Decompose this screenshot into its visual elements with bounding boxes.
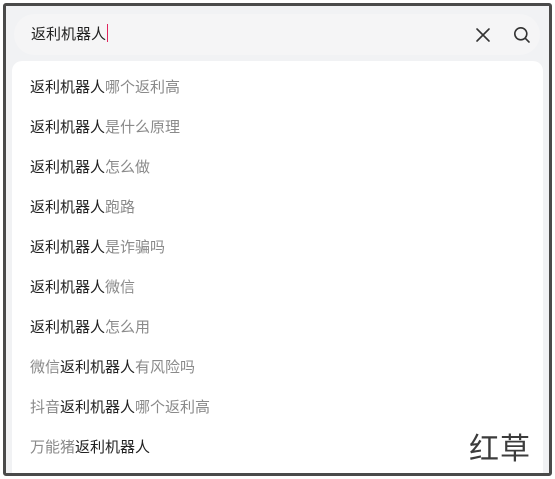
suggestion-item[interactable]: 万能猪返利机器人	[30, 435, 150, 459]
suggestion-keyword: 返利机器人	[30, 318, 106, 336]
search-query-text: 返利机器人	[31, 25, 107, 43]
suggestion-suffix: 有风险吗	[135, 358, 196, 376]
search-icon	[514, 27, 530, 43]
suggestion-suffix: 怎么做	[105, 158, 151, 176]
suggestion-keyword: 返利机器人	[60, 358, 136, 376]
suggestion-keyword: 返利机器人	[30, 78, 106, 96]
suggestion-suffix: 哪个返利高	[105, 78, 181, 96]
watermark: 红草	[469, 432, 531, 467]
suggestion-item[interactable]: 返利机器人怎么做	[30, 155, 150, 179]
suggestion-keyword: 返利机器人	[60, 398, 136, 416]
clear-button[interactable]	[471, 23, 495, 47]
suggestion-keyword: 返利机器人	[30, 198, 106, 216]
suggestion-prefix: 抖音	[30, 398, 61, 416]
suggestion-item[interactable]: 抖音返利机器人哪个返利高	[30, 395, 210, 419]
close-icon	[476, 28, 490, 42]
suggestion-suffix: 哪个返利高	[135, 398, 211, 416]
suggestion-suffix: 是什么原理	[105, 118, 181, 136]
suggestion-suffix: 怎么用	[105, 318, 151, 336]
suggestion-prefix: 微信	[30, 358, 61, 376]
suggestion-keyword: 返利机器人	[30, 118, 106, 136]
suggestion-item[interactable]: 微信返利机器人有风险吗	[30, 355, 195, 379]
search-bar[interactable]: 返利机器人	[14, 14, 540, 55]
suggestion-suffix: 微信	[105, 278, 136, 296]
suggestion-suffix: 跑路	[105, 198, 136, 216]
search-panel: 返利机器人 返利机器人哪个返利高 返利机器人是什么原理 返利机器人怎么做 返利机…	[3, 3, 552, 476]
suggestion-item[interactable]: 返利机器人微信	[30, 275, 135, 299]
search-input[interactable]: 返利机器人	[31, 14, 109, 55]
suggestion-list: 返利机器人哪个返利高 返利机器人是什么原理 返利机器人怎么做 返利机器人跑路 返…	[12, 61, 543, 473]
accent-line	[426, 473, 531, 475]
suggestion-keyword: 返利机器人	[30, 158, 106, 176]
search-button[interactable]	[510, 23, 534, 47]
suggestion-item[interactable]: 返利机器人是什么原理	[30, 115, 180, 139]
suggestion-item[interactable]: 返利机器人哪个返利高	[30, 75, 180, 99]
text-caret	[107, 24, 109, 42]
suggestion-prefix: 万能猪	[30, 438, 76, 456]
suggestion-keyword: 返利机器人	[30, 238, 106, 256]
suggestion-keyword: 返利机器人	[75, 438, 151, 456]
suggestion-item[interactable]: 返利机器人是诈骗吗	[30, 235, 165, 259]
suggestion-item[interactable]: 返利机器人怎么用	[30, 315, 150, 339]
suggestion-suffix: 是诈骗吗	[105, 238, 166, 256]
suggestion-item[interactable]: 返利机器人跑路	[30, 195, 135, 219]
suggestion-keyword: 返利机器人	[30, 278, 106, 296]
